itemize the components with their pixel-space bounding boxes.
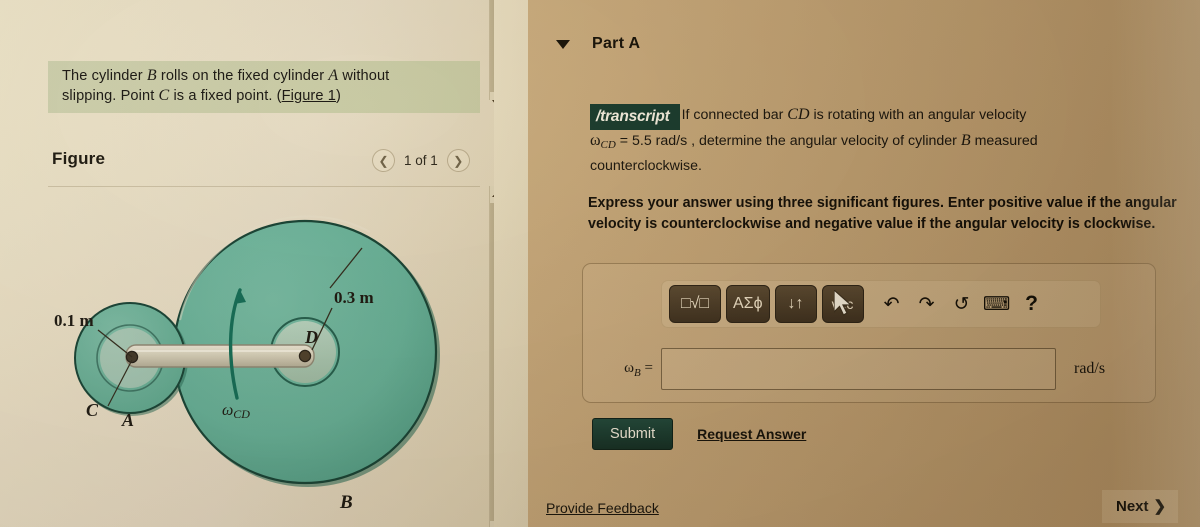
- figure-divider: [48, 186, 480, 187]
- answer-row: ωB = rad/s: [583, 342, 1157, 396]
- prompt-var-c: C: [158, 87, 170, 104]
- sort-updown-button[interactable]: ↓↑: [774, 285, 817, 323]
- template-sqrt-button[interactable]: □√□: [669, 285, 721, 323]
- question-var-b: B: [960, 132, 971, 149]
- prompt-var-a: A: [328, 67, 339, 84]
- undo-icon[interactable]: ↶: [877, 285, 907, 323]
- prev-figure-button[interactable]: ❮: [372, 149, 395, 172]
- question-omega-cd: ω: [590, 132, 601, 149]
- chevron-right-icon: ❯: [1153, 498, 1167, 515]
- figure-pager: ❮ 1 of 1 ❯: [372, 149, 470, 172]
- answer-unit: rad/s: [1074, 360, 1106, 377]
- answer-equals: =: [644, 359, 653, 376]
- submit-button[interactable]: Submit: [592, 418, 674, 450]
- question-omega-cd-sub: CD: [600, 139, 616, 151]
- label-point-c: C: [86, 400, 99, 420]
- answer-card: □√□ ΑΣϕ ↓↑ vec ↶ ↷ ↺ ⌨ ? ωB = rad/s: [582, 263, 1156, 403]
- request-answer-link[interactable]: Request Answer: [697, 426, 806, 442]
- greek-symbols-button[interactable]: ΑΣϕ: [726, 285, 770, 323]
- diagram-svg: 0.1 m 0.3 m C A D B ωCD: [54, 215, 440, 513]
- label-cylinder-a: A: [121, 410, 134, 430]
- part-title: Part A: [592, 35, 641, 52]
- mechanics-diagram: 0.1 m 0.3 m C A D B ωCD: [40, 190, 490, 527]
- prompt-line2-c: is a fixed point. (: [169, 88, 282, 104]
- submit-row: Submit Request Answer: [592, 418, 806, 450]
- question-body: /transcript If connected bar CD is rotati…: [590, 104, 1170, 177]
- reset-icon[interactable]: ↺: [947, 285, 977, 323]
- figure-1-link[interactable]: Figure 1: [282, 88, 336, 104]
- next-figure-button[interactable]: ❯: [446, 149, 470, 172]
- figure-page-indicator: 1 of 1: [404, 153, 438, 168]
- pin-d: [298, 349, 312, 363]
- problem-statement-text: The cylinder B rolls on the fixed cylind…: [62, 66, 472, 106]
- vector-button[interactable]: vec: [821, 285, 864, 323]
- prompt-line2-a: slipping. Point: [62, 88, 159, 104]
- transcript-badge[interactable]: /transcript: [590, 104, 680, 130]
- label-0-1m: 0.1 m: [54, 311, 94, 330]
- question-var-cd: CD: [787, 106, 810, 123]
- answer-variable: ω: [624, 359, 635, 376]
- prompt-line1-e: without: [338, 68, 390, 84]
- figure-panel: The cylinder B rolls on the fixed cylind…: [0, 0, 494, 527]
- caret-down-icon[interactable]: [556, 39, 570, 49]
- help-icon[interactable]: ?: [1017, 285, 1047, 323]
- answer-input[interactable]: [661, 348, 1056, 390]
- problem-statement-box: The cylinder B rolls on the fixed cylind…: [48, 61, 480, 113]
- label-point-d: D: [304, 327, 318, 347]
- prompt-line1-a: The cylinder: [62, 68, 147, 84]
- label-cylinder-b: B: [339, 492, 353, 513]
- part-a-header[interactable]: Part A: [556, 35, 640, 53]
- question-text: /transcript If connected bar CD is rotati…: [590, 104, 1170, 177]
- redo-icon[interactable]: ↷: [912, 285, 942, 323]
- answer-variable-sub: B: [634, 366, 641, 379]
- question-text-c: is rotating with an angular velocity: [809, 107, 1027, 123]
- prompt-line2-d: ): [335, 88, 341, 104]
- next-button[interactable]: Next ❯: [1102, 490, 1179, 523]
- answer-variable-label: ωB =: [583, 360, 661, 379]
- bar-cd: [125, 344, 315, 368]
- figure-heading: Figure: [52, 149, 106, 168]
- question-text-g: measured: [970, 133, 1038, 149]
- question-text-e: = 5.5 rad/s , determine the angular velo…: [615, 133, 961, 149]
- label-0-3m: 0.3 m: [334, 288, 374, 307]
- answer-instruction: Express your answer using three signific…: [588, 195, 1177, 232]
- prompt-var-b: B: [146, 67, 157, 84]
- question-text-h: counterclockwise.: [590, 158, 702, 174]
- math-toolbar: □√□ ΑΣϕ ↓↑ vec ↶ ↷ ↺ ⌨ ?: [661, 280, 1101, 328]
- panel-gap: [494, 0, 528, 527]
- keyboard-icon[interactable]: ⌨: [982, 285, 1012, 323]
- next-button-label: Next: [1116, 497, 1149, 515]
- prompt-line1-c: rolls on the fixed cylinder: [156, 68, 329, 84]
- question-text-a: If connected bar: [681, 107, 788, 123]
- provide-feedback-link[interactable]: Provide Feedback: [546, 500, 659, 516]
